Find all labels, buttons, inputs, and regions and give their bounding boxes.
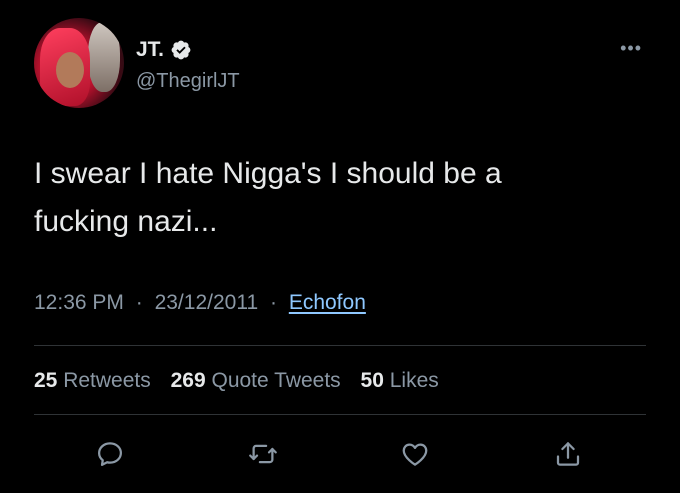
- reply-button[interactable]: [92, 436, 128, 472]
- likes-stat[interactable]: 50 Likes: [361, 369, 439, 392]
- tweet-source-link[interactable]: Echofon: [289, 291, 366, 314]
- tweet-card: JT. @ThegirlJT ••• I swear I hate Nigga'…: [0, 0, 680, 493]
- meta-separator: ·: [135, 291, 143, 314]
- verified-badge-icon: [170, 39, 192, 61]
- share-button[interactable]: [550, 436, 586, 472]
- reply-icon: [98, 442, 122, 466]
- divider: [34, 414, 646, 415]
- retweet-icon: [249, 444, 277, 464]
- avatar-face: [56, 52, 84, 88]
- tweet-meta: 12:36 PM · 23/12/2011 · Echofon: [34, 291, 366, 315]
- like-icon: [402, 443, 428, 466]
- like-button[interactable]: [397, 436, 433, 472]
- user-handle[interactable]: @ThegirlJT: [136, 70, 240, 93]
- tweet-text-line-2: fucking nazi...: [34, 205, 218, 238]
- action-bar: [0, 436, 680, 472]
- avatar[interactable]: [34, 18, 124, 108]
- tweet-time[interactable]: 12:36 PM: [34, 291, 124, 314]
- retweets-label: Retweets: [63, 369, 151, 392]
- tweet-stats: 25 Retweets 269 Quote Tweets 50 Likes: [34, 369, 453, 393]
- tweet-text-line-1: I swear I hate Nigga's I should be a: [34, 157, 502, 190]
- retweets-count: 25: [34, 369, 58, 392]
- retweets-stat[interactable]: 25 Retweets: [34, 369, 157, 392]
- meta-separator: ·: [269, 291, 277, 314]
- likes-count: 50: [360, 369, 384, 392]
- name-row: JT.: [136, 38, 192, 62]
- likes-label: Likes: [389, 369, 439, 392]
- tweet-text: I swear I hate Nigga's I should be a fuc…: [34, 150, 634, 246]
- quote-tweets-count: 269: [170, 369, 206, 392]
- more-options-icon[interactable]: •••: [620, 38, 642, 59]
- retweet-button[interactable]: [245, 436, 281, 472]
- avatar-second-person: [88, 22, 120, 92]
- quote-tweets-label: Quote Tweets: [211, 369, 341, 392]
- share-icon: [556, 442, 580, 466]
- tweet-date[interactable]: 23/12/2011: [155, 291, 259, 314]
- divider: [34, 345, 646, 346]
- quote-tweets-stat[interactable]: 269 Quote Tweets: [171, 369, 347, 392]
- display-name[interactable]: JT.: [136, 38, 164, 62]
